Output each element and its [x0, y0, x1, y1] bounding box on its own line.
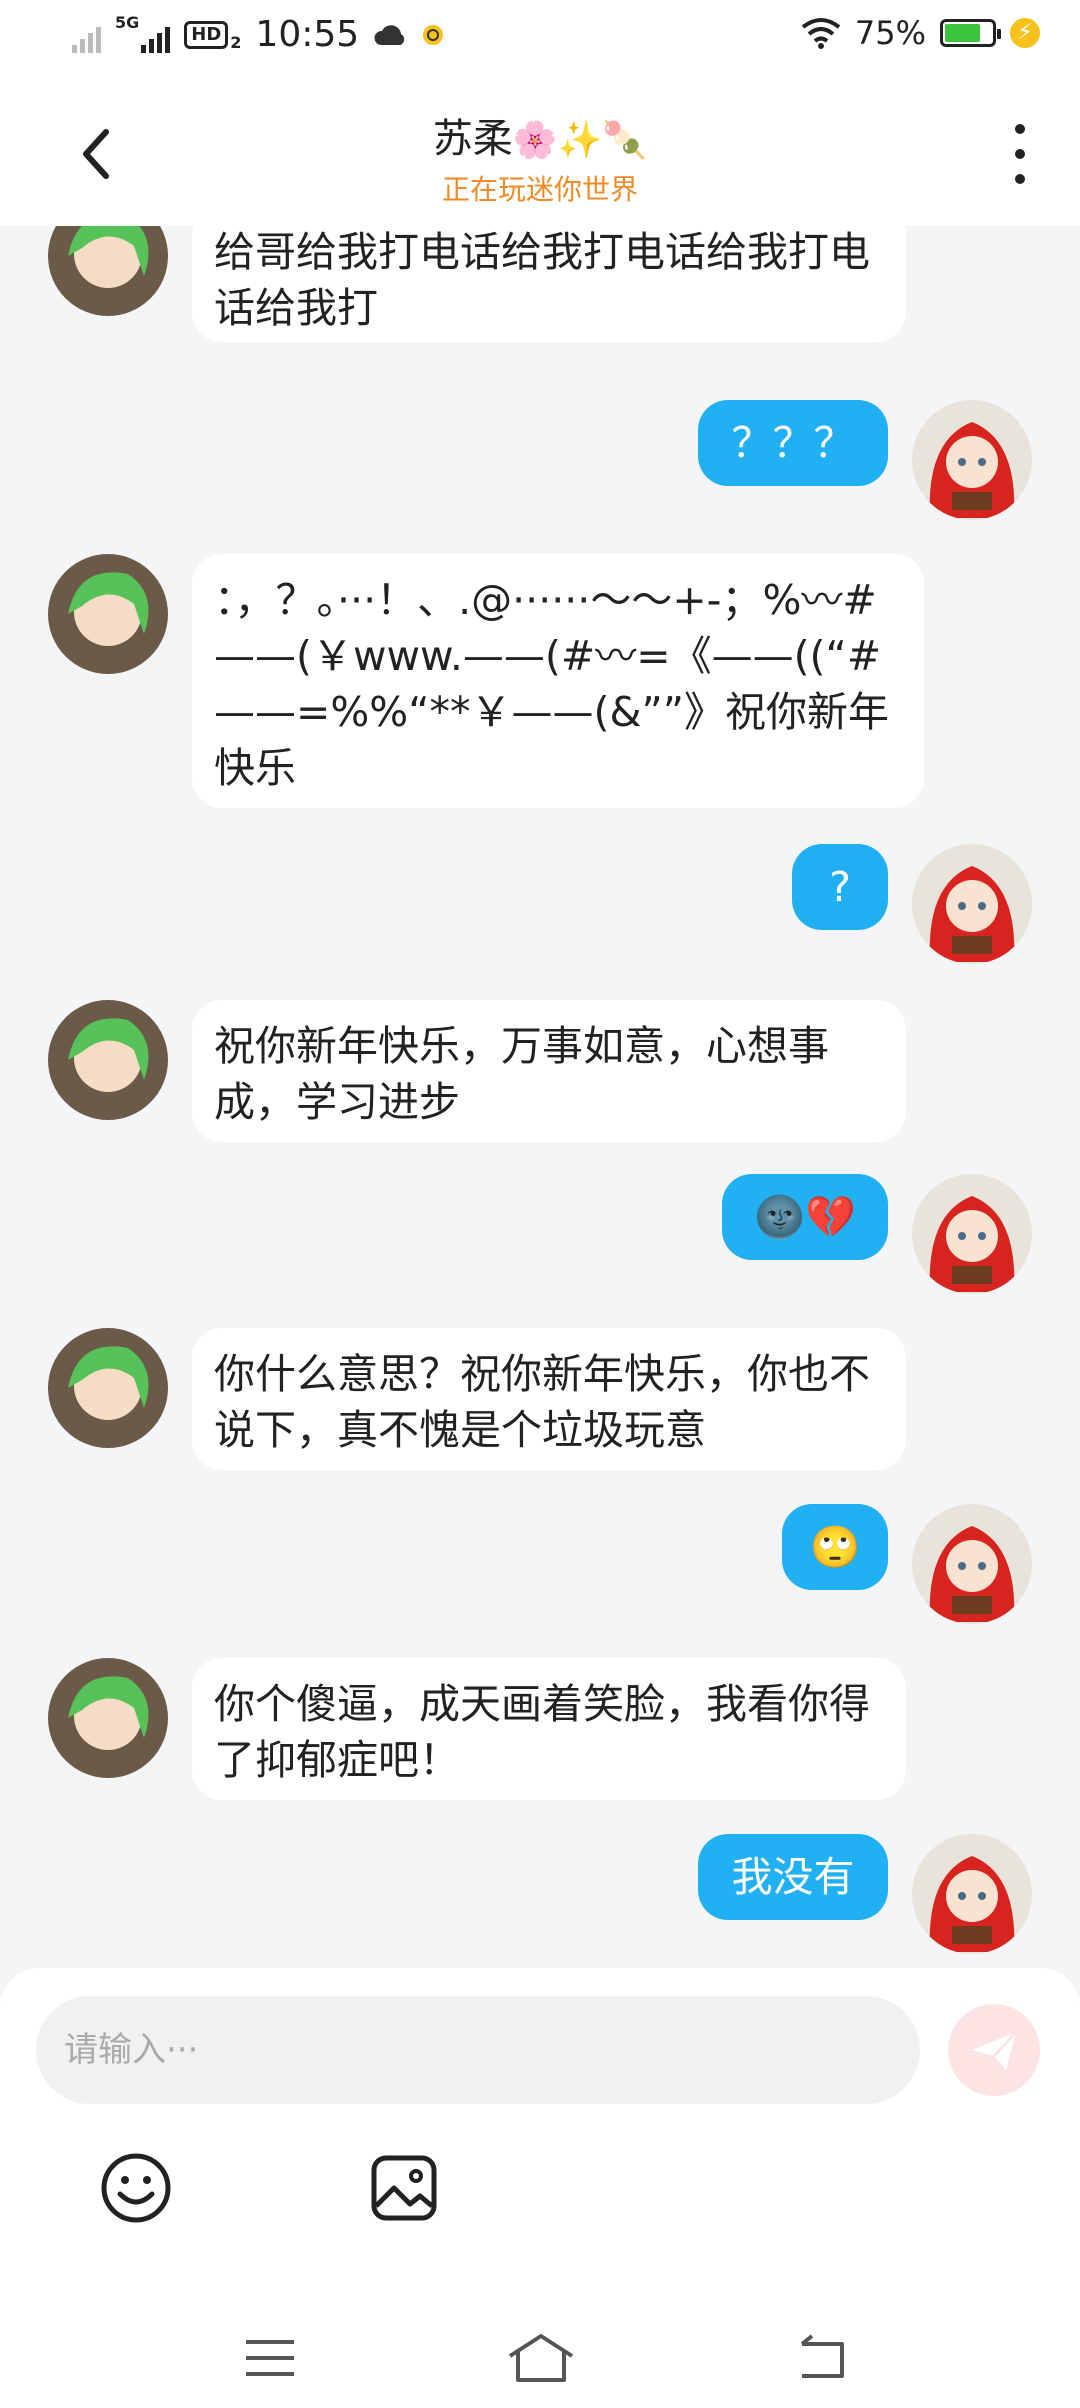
message-input[interactable]: 请输入···: [36, 1996, 920, 2104]
message-text: 祝你新年快乐，万事如意，心想事成，学习进步: [214, 1022, 829, 1126]
my-avatar[interactable]: [912, 844, 1032, 964]
hd-sub: 2: [230, 33, 242, 52]
message-text: ？？？: [731, 419, 855, 467]
my-avatar[interactable]: [912, 1504, 1032, 1624]
message-list[interactable]: 给哥给我打电话给我打电话给我打电话给我打 ？？？ ：，？。···！、.@····…: [0, 226, 1080, 1968]
message-bubble-incoming[interactable]: ：，？。···！、.@······～～+-；%〰#——(￥www.——(#〰=《…: [192, 554, 924, 808]
message-bubble-outgoing[interactable]: 🌚💔: [722, 1174, 888, 1260]
chat-header: 苏柔🌸✨🍡 正在玩迷你世界: [0, 84, 1080, 226]
clock: 10:55: [255, 14, 360, 55]
contact-avatar[interactable]: [48, 554, 168, 674]
wifi-icon: [801, 18, 841, 49]
signal-icon-2: [141, 17, 171, 53]
message-bubble-incoming[interactable]: 你个傻逼，成天画着笑脸，我看你得了抑郁症吧！: [192, 1658, 906, 1800]
system-nav-bar: [0, 2308, 1080, 2408]
more-icon[interactable]: [1000, 124, 1040, 184]
message-bubble-outgoing[interactable]: 我没有: [698, 1834, 888, 1920]
message-text: 🙄: [809, 1523, 861, 1571]
contact-name: 苏柔🌸✨🍡: [0, 106, 1080, 164]
hd-badge: HD: [184, 20, 229, 49]
message-text: 给哥给我打电话给我打电话给我打电话给我打: [214, 228, 870, 332]
menu-icon[interactable]: [240, 2328, 300, 2388]
message-bubble-incoming[interactable]: 给哥给我打电话给我打电话给我打电话给我打: [192, 226, 906, 342]
notification-icon: [423, 24, 444, 45]
cloud-icon: [374, 24, 405, 45]
charging-icon: ⚡: [1010, 18, 1040, 48]
contact-avatar[interactable]: [48, 226, 168, 316]
message-text: 你个傻逼，成天画着笑脸，我看你得了抑郁症吧！: [214, 1680, 870, 1784]
message-text: 🌚💔: [753, 1193, 857, 1241]
emoji-icon[interactable]: [96, 2148, 176, 2228]
contact-name-emojis: 🌸✨🍡: [512, 120, 648, 161]
battery-icon: [940, 19, 1001, 47]
contact-name-text: 苏柔: [432, 116, 513, 162]
status-bar: 5G HD 2 10:55 75% ⚡: [0, 0, 1080, 84]
contact-status: 正在玩迷你世界: [441, 173, 638, 206]
image-icon[interactable]: [364, 2148, 444, 2228]
message-bubble-outgoing[interactable]: ?: [792, 844, 888, 930]
send-icon: [972, 2030, 1018, 2070]
message-bubble-outgoing[interactable]: 🙄: [782, 1504, 888, 1590]
my-avatar[interactable]: [912, 1834, 1032, 1954]
battery-percent: 75%: [854, 14, 926, 52]
message-bubble-incoming[interactable]: 祝你新年快乐，万事如意，心想事成，学习进步: [192, 1000, 906, 1142]
message-text: ：，？。···！、.@······～～+-；%〰#——(￥www.——(#〰=《…: [214, 576, 889, 792]
my-avatar[interactable]: [912, 400, 1032, 520]
contact-avatar[interactable]: [48, 1328, 168, 1448]
my-avatar[interactable]: [912, 1174, 1032, 1294]
message-text: 你什么意思？祝你新年快乐，你也不说下，真不愧是个垃圾玩意: [214, 1350, 870, 1454]
signal-icon-1: [72, 17, 101, 53]
return-icon[interactable]: [792, 2328, 852, 2388]
message-bubble-incoming[interactable]: 你什么意思？祝你新年快乐，你也不说下，真不愧是个垃圾玩意: [192, 1328, 906, 1470]
message-text: 我没有: [731, 1853, 855, 1901]
composer: 请输入···: [0, 1968, 1080, 2408]
network-type: 5G: [115, 13, 140, 32]
message-bubble-outgoing[interactable]: ？？？: [698, 400, 888, 486]
contact-avatar[interactable]: [48, 1658, 168, 1778]
message-text: ?: [829, 863, 851, 911]
contact-avatar[interactable]: [48, 1000, 168, 1120]
home-icon[interactable]: [506, 2328, 576, 2388]
send-button[interactable]: [948, 2004, 1040, 2096]
